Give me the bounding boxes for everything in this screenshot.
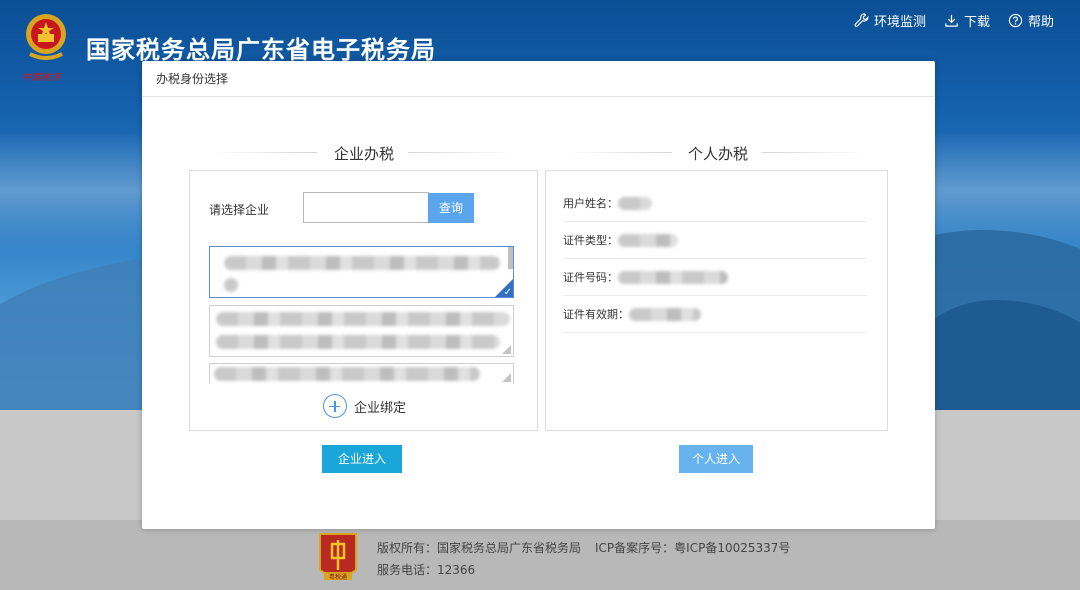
nav-environment-check[interactable]: 环境监测: [854, 11, 926, 30]
enterprise-list[interactable]: ✓: [209, 244, 515, 384]
top-nav: 环境监测 下载 帮助: [854, 11, 1054, 30]
redacted-text: [618, 196, 652, 210]
enterprise-section-title: 企业办税: [334, 145, 395, 163]
footer-copyright-line: 版权所有：国家税务总局广东省税务局 ICP备案序号：粤ICP备10025337号: [377, 539, 790, 556]
field-label: 证件有效期：: [563, 308, 629, 321]
scrollbar[interactable]: [508, 247, 513, 269]
redacted-text: [214, 367, 480, 381]
icp-text: ICP备案序号：粤ICP备10025337号: [595, 541, 791, 555]
nav-download[interactable]: 下载: [944, 11, 990, 30]
redacted-text: [629, 307, 701, 321]
info-row-validity: 证件有效期：: [563, 296, 867, 333]
redacted-text: [618, 233, 678, 247]
redacted-text: [618, 270, 728, 284]
enterprise-card[interactable]: [209, 305, 514, 357]
divider-line: [212, 152, 317, 153]
enterprise-search-input[interactable]: [303, 192, 429, 223]
query-button[interactable]: 查询: [428, 193, 474, 223]
logo-caption: 粤税通: [329, 573, 347, 581]
bind-enterprise-button[interactable]: 企业绑定: [323, 394, 406, 418]
divider-line: [408, 152, 513, 153]
download-icon: [945, 14, 958, 27]
redacted-text: [224, 256, 500, 270]
info-row-id-number: 证件号码：: [563, 259, 867, 296]
enterprise-card[interactable]: [209, 363, 514, 384]
divider-line: [762, 152, 866, 153]
divider-line: [568, 152, 672, 153]
info-row-id-type: 证件类型：: [563, 222, 867, 259]
bind-enterprise-label: 企业绑定: [354, 400, 407, 416]
help-icon: [1008, 13, 1023, 28]
site-title: 国家税务总局广东省电子税务局: [86, 36, 436, 64]
field-label: 证件类型：: [563, 234, 618, 247]
redacted-text: [224, 278, 238, 292]
enterprise-panel: 请选择企业 查询 ✓ 企业绑定: [189, 170, 538, 431]
personal-enter-button[interactable]: 个人进入: [679, 445, 753, 473]
nav-label: 帮助: [1027, 15, 1054, 30]
check-icon: ✓: [503, 287, 512, 298]
wrench-icon: [854, 13, 869, 27]
redacted-text: [216, 335, 500, 349]
service-phone: 服务电话：12366: [377, 563, 476, 577]
corner-marker: [502, 373, 511, 382]
emblem-caption: 中国税务: [22, 73, 63, 83]
national-emblem-icon: [26, 14, 66, 60]
copyright-text: 版权所有：国家税务总局广东省税务局: [377, 541, 582, 555]
redacted-text: [216, 312, 510, 326]
corner-marker: [502, 345, 511, 354]
nav-label: 下载: [963, 15, 990, 30]
field-label: 证件号码：: [563, 271, 618, 284]
dialog-title: 办税身份选择: [142, 61, 935, 97]
tax-shield-logo-icon: 粤税通: [319, 533, 357, 581]
enterprise-card-selected[interactable]: ✓: [209, 246, 514, 298]
enterprise-enter-button[interactable]: 企业进入: [322, 445, 402, 473]
info-row-name: 用户姓名：: [563, 185, 867, 222]
field-label: 用户姓名：: [563, 197, 618, 210]
personal-section-title: 个人办税: [688, 145, 749, 163]
personal-panel: 用户姓名： 证件类型： 证件号码： 证件有效期：: [545, 170, 888, 431]
plus-circle-icon: [323, 394, 347, 418]
identity-select-dialog: 办税身份选择 企业办税 个人办税 请选择企业 查询 ✓ 企业绑定 用户姓名： 证…: [142, 61, 935, 529]
nav-label: 环境监测: [873, 15, 926, 30]
select-enterprise-label: 请选择企业: [209, 203, 270, 217]
nav-help[interactable]: 帮助: [1008, 11, 1054, 30]
